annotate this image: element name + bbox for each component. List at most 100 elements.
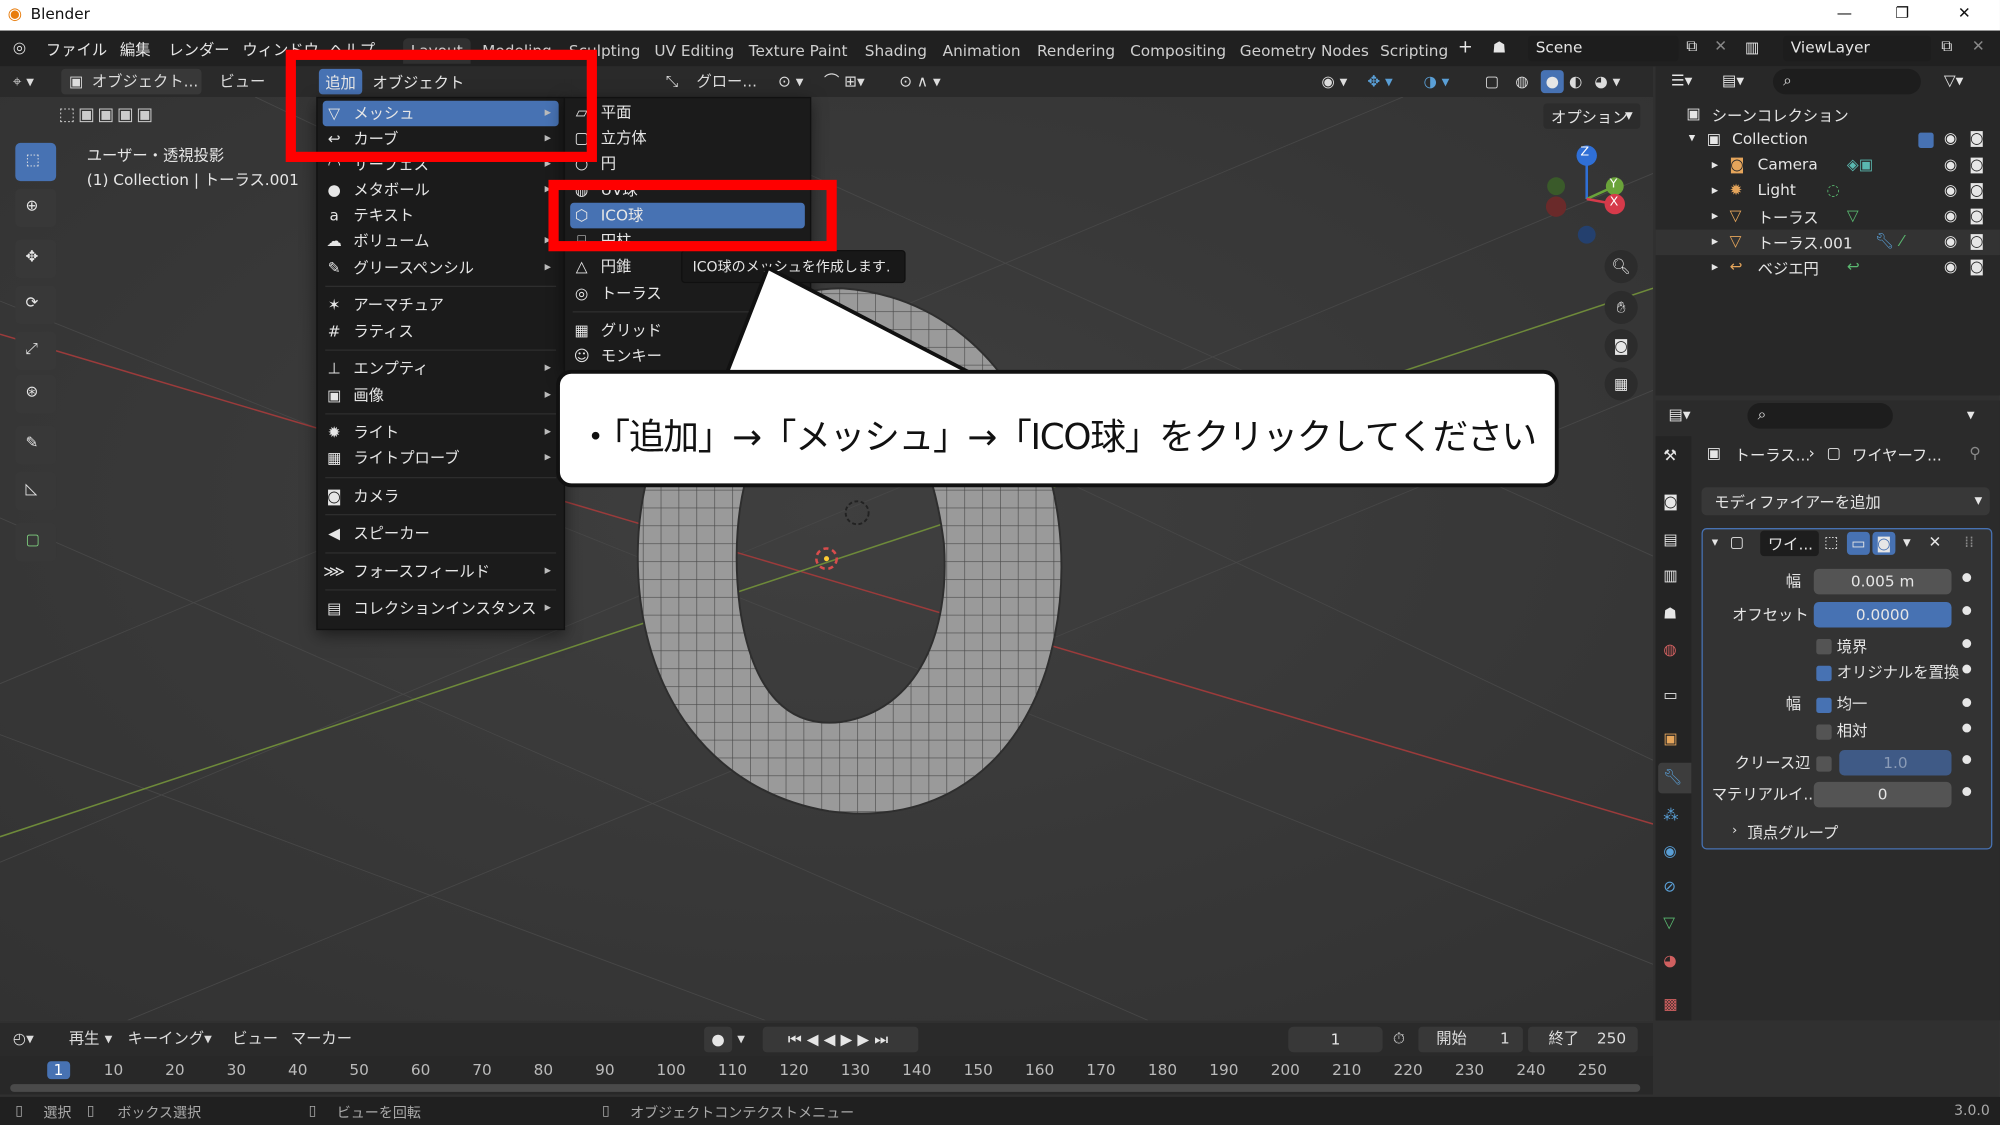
menu-render[interactable]: レンダー [168,38,229,60]
playback-menu[interactable]: 再生 [69,1027,100,1050]
menu-item-empty[interactable]: ⊥ エンプティ ▸ [323,356,559,382]
proportional-edit-icon[interactable]: ⊙ ∧ ▾ [899,70,940,93]
expand-chevron-icon[interactable]: ▸ [1712,158,1718,172]
relative-checkbox[interactable] [1816,724,1832,740]
render-tab-icon[interactable]: ◙ [1663,492,1678,510]
display-mode-icon[interactable]: ▤▾ [1722,71,1744,89]
keyframe-dot-icon[interactable]: ● [1962,786,1972,799]
mesh-item-circle[interactable]: ○ 円 [570,151,805,177]
gizmo-toggle-icon[interactable]: ✥ ▾ [1367,70,1392,93]
keyframe-dot-icon[interactable]: ● [1962,605,1972,618]
properties-search-input[interactable] [1747,403,1893,429]
blender-menu-icon[interactable]: ◎ [13,38,26,56]
visibility-icon[interactable]: ◉ ▾ [1321,70,1347,93]
particles-tab-icon[interactable]: ⁂ [1663,806,1678,824]
shading-solid-icon[interactable]: ● [1540,70,1564,94]
xray-toggle-icon[interactable]: ▢ [1485,70,1499,93]
outliner-editor-icon[interactable]: ☰▾ [1671,71,1692,89]
outliner-item-bezier-circle[interactable]: ベジエ円 [1758,258,1819,280]
menu-item-text[interactable]: a テキスト [323,203,559,229]
close-button[interactable]: ✕ [1958,4,1971,22]
pan-hand-icon[interactable]: ✋︎ [1604,290,1638,324]
cursor-tool-button[interactable]: ⊕ [15,188,57,228]
torus-visibility-icon[interactable]: ◉ [1944,207,1957,225]
playback-controls[interactable]: ⏮◀◀▶▶⏭ [762,1026,919,1053]
minimize-button[interactable]: — [1837,4,1852,22]
collection-tab-icon[interactable]: ▭ [1663,686,1677,704]
scale-tool-button[interactable]: ⤢ [15,331,57,370]
menu-file[interactable]: ファイル [46,38,107,60]
remove-modifier-icon[interactable]: ✕ [1929,533,1942,551]
menu-edit[interactable]: 編集 [120,38,151,60]
material-tab-icon[interactable]: ◕ [1663,952,1676,970]
annotate-tool-button[interactable]: ✎ [15,426,57,465]
overlay-toggle-icon[interactable]: ◑ ▾ [1423,70,1449,93]
shading-rendered-icon[interactable]: ◕ ▾ [1594,70,1620,93]
select-tool-button[interactable]: ⬚ [15,142,57,182]
keyframe-dot-icon[interactable]: ● [1962,638,1972,651]
data-tab-icon[interactable]: ▽ [1663,913,1675,931]
copy-view-layer-icon[interactable]: ⧉ [1941,37,1952,56]
keyframe-dot-icon[interactable]: ● [1962,696,1972,709]
render-toggle-icon[interactable]: ◙ [1872,531,1896,555]
menu-item-volume[interactable]: ☁ ボリューム ▸ [323,228,559,254]
keyframe-dot-icon[interactable]: ● [1962,722,1972,735]
editor-type-icon[interactable]: ⌖ ▾ [13,70,34,93]
keyframe-dot-icon[interactable]: ● [1962,754,1972,767]
mesh-item-plane[interactable]: ▱ 平面 [570,99,805,125]
add-cube-tool-button[interactable]: ▢ [15,522,57,562]
transform-tool-button[interactable]: ⊛ [15,374,57,414]
timeline-view-menu[interactable]: ビュー [232,1027,278,1050]
transform-orientation[interactable]: グロー... [696,70,757,93]
torus-001-render-icon[interactable]: ◙ [1969,232,1984,250]
copy-scene-icon[interactable]: ⧉ [1686,37,1697,56]
menu-item-metaball[interactable]: ● メタボール ▸ [323,177,559,203]
tab-scripting[interactable]: Scripting [1372,38,1455,64]
stopwatch-icon[interactable]: ⏱ [1393,1027,1405,1050]
move-tool-button[interactable]: ✥ [15,239,57,279]
collection-checkbox[interactable] [1918,132,1934,148]
tab-rendering[interactable]: Rendering [1029,38,1122,64]
replace-original-checkbox[interactable] [1816,665,1832,682]
menu-item-lattice[interactable]: # ラティス [323,319,559,345]
collection-label[interactable]: Collection [1732,130,1808,148]
light-visibility-icon[interactable]: ◉ [1944,181,1957,199]
tab-texture-paint[interactable]: Texture Paint [741,38,855,64]
material-offset-field[interactable]: 0 [1813,781,1952,808]
tab-compositing[interactable]: Compositing [1122,38,1233,64]
filter-icon[interactable]: ▽▾ [1944,71,1963,89]
mesh-item-cube[interactable]: ▢ 立方体 [570,125,805,151]
bezier-visibility-icon[interactable]: ◉ [1944,258,1957,276]
keyframe-dot-icon[interactable]: ● [1962,663,1972,676]
snap-icon[interactable]: ⌒ ⊞▾ [824,70,865,93]
physics-tab-icon[interactable]: ◉ [1663,842,1676,860]
torus-render-icon[interactable]: ◙ [1969,207,1984,225]
shading-material-icon[interactable]: ◐ [1569,70,1582,93]
rotate-tool-button[interactable]: ⟳ [15,285,57,324]
width-field[interactable]: 0.005 m [1813,568,1952,595]
menu-item-speaker[interactable]: ◀ スピーカー [323,520,559,546]
transform-orientation-icon[interactable]: ⤡ [666,70,678,93]
menu-item-collection-instance[interactable]: ▤ コレクションインスタンス ▸ [323,596,559,622]
bezier-render-icon[interactable]: ◙ [1969,258,1984,276]
menu-item-light-probe[interactable]: ▦ ライトプローブ ▸ [323,445,559,471]
camera-view-icon[interactable]: ◙ [1604,329,1638,363]
collection-render-icon[interactable]: ◙ [1969,129,1984,147]
menu-view[interactable]: ビュー [219,70,265,93]
timeline-marker-menu[interactable]: マーカー [291,1027,352,1050]
current-frame-field[interactable]: 1 [1288,1026,1383,1053]
zoom-icon[interactable]: 🔍︎ [1604,249,1638,284]
chevron-down-icon[interactable]: ▾ [1967,406,1975,424]
menu-item-light[interactable]: ✹ ライト ▸ [323,420,559,446]
delete-view-layer-icon[interactable]: ✕ [1972,37,1985,55]
offset-field[interactable]: 0.0000 [1813,602,1952,628]
edit-mode-toggle-icon[interactable]: ⬚ [1824,533,1838,551]
modifier-menu-chevron-icon[interactable]: ▾ [1903,533,1911,551]
camera-visibility-icon[interactable]: ◉ [1944,156,1957,174]
record-button[interactable]: ● [704,1026,733,1053]
measure-tool-button[interactable]: ◺ [15,471,57,511]
torus-001-visibility-icon[interactable]: ◉ [1944,232,1957,250]
expand-chevron-icon[interactable]: ▸ [1712,235,1718,249]
keyframe-dot-icon[interactable]: ● [1962,571,1972,584]
expand-chevron-icon[interactable]: ▸ [1712,260,1718,274]
